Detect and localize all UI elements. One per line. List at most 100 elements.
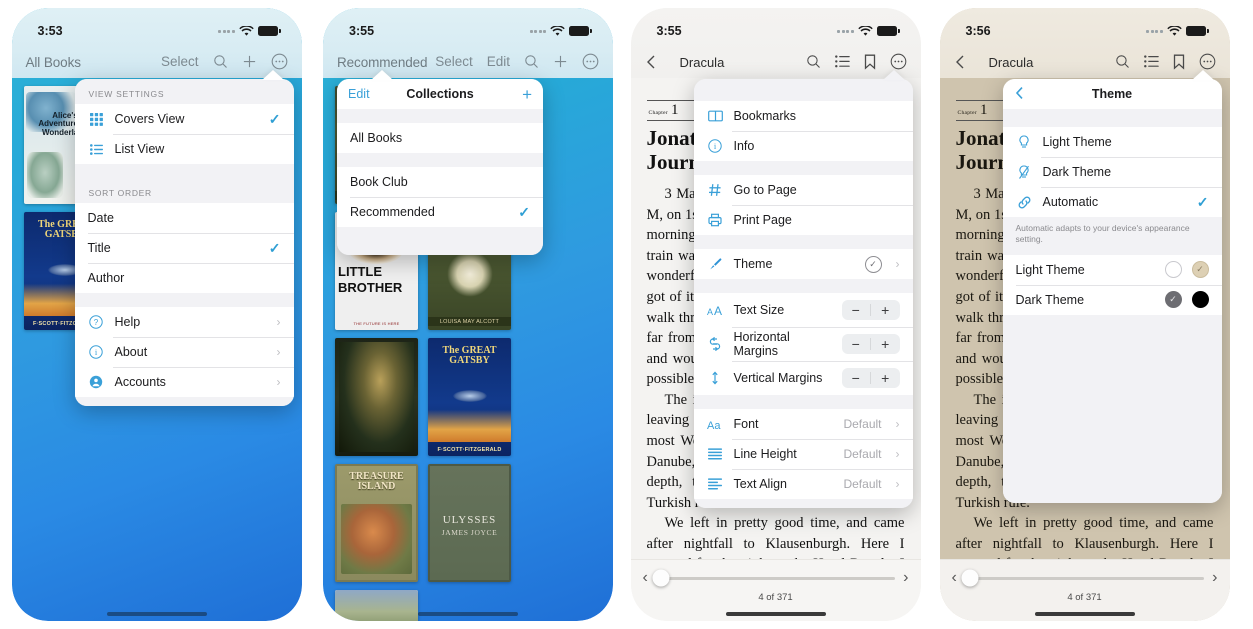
menu-item-bookmarks[interactable]: Bookmarks — [693, 101, 913, 131]
ellipsis-circle-icon[interactable] — [582, 53, 599, 70]
menu-item-sort-date[interactable]: Date — [74, 203, 294, 233]
bookmark-icon[interactable] — [1173, 54, 1185, 70]
menu-item-horizontal-margins[interactable]: Horizontal Margins − + — [693, 327, 913, 361]
bookmark-icon[interactable] — [864, 54, 876, 70]
vertical-margins-stepper[interactable]: − + — [841, 368, 900, 388]
plus-icon[interactable] — [242, 54, 257, 69]
ellipsis-circle-icon[interactable] — [1199, 53, 1216, 70]
stepper-plus[interactable]: + — [871, 301, 900, 319]
menu-item-covers-view[interactable]: Covers View ✓ — [74, 104, 294, 134]
swatch-tan-selected[interactable]: ✓ — [1191, 261, 1209, 279]
collections-edit-button[interactable]: Edit — [348, 87, 370, 101]
stepper-minus[interactable]: − — [842, 301, 871, 319]
gatsby-art-eyes — [452, 390, 487, 402]
status-bar-3: 3:55 — [631, 8, 921, 46]
theme-option-automatic[interactable]: Automatic ✓ — [1002, 187, 1222, 217]
chevron-right-icon: › — [276, 345, 281, 359]
menu-item-font[interactable]: Aa Font Default › — [693, 409, 913, 439]
signal-dots-icon — [1146, 29, 1163, 33]
home-indicator — [1034, 612, 1135, 616]
theme-variant-dark[interactable]: Dark Theme ✓ — [1002, 284, 1222, 315]
section-gap — [337, 109, 543, 123]
nav-collection-title[interactable]: All Books — [26, 55, 81, 70]
edit-button[interactable]: Edit — [487, 54, 510, 69]
page-slider-knob[interactable] — [961, 569, 979, 587]
search-icon[interactable] — [1115, 54, 1130, 69]
menu-item-print-page[interactable]: Print Page — [693, 205, 913, 235]
menu-item-vertical-margins[interactable]: Vertical Margins − + — [693, 361, 913, 395]
stepper-minus[interactable]: − — [842, 369, 871, 387]
book-cover-secret-garden-2[interactable] — [335, 338, 418, 456]
swatch-gray-selected[interactable]: ✓ — [1164, 291, 1182, 309]
menu-item-accounts[interactable]: Accounts › — [74, 367, 294, 397]
menu-item-sort-author[interactable]: Author — [74, 263, 294, 293]
menu-item-label: Info — [733, 139, 755, 153]
menu-item-sort-title[interactable]: Title ✓ — [74, 233, 294, 263]
menu-item-go-to-page[interactable]: Go to Page — [693, 175, 913, 205]
vertical-margins-icon — [707, 371, 724, 385]
group-typography: Aa Font Default › Line Height Default › … — [693, 409, 913, 499]
select-button[interactable]: Select — [161, 54, 199, 69]
ellipsis-circle-icon[interactable] — [271, 53, 288, 70]
search-icon[interactable] — [524, 54, 539, 69]
popover-arrow-2 — [371, 70, 393, 80]
page-slider[interactable] — [961, 569, 1205, 587]
next-page-button[interactable]: › — [1212, 570, 1217, 586]
page-slider[interactable] — [652, 569, 896, 587]
menu-item-label: Accounts — [114, 375, 166, 389]
menu-item-value: Default — [843, 417, 882, 431]
collection-item-book-club[interactable]: Book Club — [337, 167, 543, 197]
collection-item-recommended[interactable]: Recommended ✓ — [337, 197, 543, 227]
menu-item-label: Vertical Margins — [733, 371, 823, 385]
prev-page-button[interactable]: ‹ — [643, 570, 648, 586]
chevron-left-icon[interactable] — [954, 54, 967, 70]
search-icon[interactable] — [806, 54, 821, 69]
text-size-stepper[interactable]: − + — [841, 300, 900, 320]
book-cover-ulysses[interactable]: ULYSSES JAMES JOYCE — [428, 464, 511, 582]
book-cover-war-and-peace[interactable]: WAR AND PEACELev Nikolayevich Tolstoy — [335, 590, 418, 621]
theme-variant-label: Light Theme — [1015, 262, 1085, 277]
theme-option-dark[interactable]: Dark Theme — [1002, 157, 1222, 187]
collections-popover: Edit Collections + All Books Book Club R… — [337, 79, 543, 255]
select-button[interactable]: Select — [435, 54, 473, 69]
list-icon[interactable] — [1143, 55, 1159, 68]
plus-icon[interactable] — [553, 54, 568, 69]
group-all-books: All Books — [337, 123, 543, 153]
stepper-minus[interactable]: − — [842, 335, 871, 353]
chevron-left-icon[interactable] — [1014, 86, 1025, 103]
page-slider-knob[interactable] — [652, 569, 670, 587]
horizontal-margins-stepper[interactable]: − + — [841, 334, 900, 354]
info-icon: i — [88, 345, 105, 359]
collections-add-button[interactable]: + — [522, 86, 532, 103]
theme-option-light[interactable]: Light Theme — [1002, 127, 1222, 157]
theme-variant-light[interactable]: Light Theme ✓ — [1002, 254, 1222, 285]
menu-item-text-align[interactable]: Text Align Default › — [693, 469, 913, 499]
menu-item-line-height[interactable]: Line Height Default › — [693, 439, 913, 469]
prev-page-button[interactable]: ‹ — [952, 570, 957, 586]
ellipsis-circle-icon[interactable] — [890, 53, 907, 70]
wifi-icon — [550, 25, 565, 36]
swatch-white[interactable] — [1164, 261, 1182, 279]
book-cover-gatsby[interactable]: The GREAT GATSBY F·SCOTT·FITZGERALD — [428, 338, 511, 456]
next-page-button[interactable]: › — [903, 570, 908, 586]
stepper-plus[interactable]: + — [871, 369, 900, 387]
battery-icon — [876, 26, 900, 36]
nav-collection-title[interactable]: Recommended — [337, 55, 428, 70]
stepper-plus[interactable]: + — [871, 335, 900, 353]
menu-item-info[interactable]: i Info — [693, 131, 913, 161]
checkmark-icon: ✓ — [518, 203, 530, 220]
book-cover-treasure-island[interactable]: TREASURE ISLAND — [335, 464, 418, 582]
swatch-black[interactable] — [1191, 291, 1209, 309]
menu-item-about[interactable]: i About › — [74, 337, 294, 367]
menu-item-theme[interactable]: Theme ✓ › — [693, 249, 913, 279]
search-icon[interactable] — [213, 54, 228, 69]
chevron-left-icon[interactable] — [645, 54, 658, 70]
phone-2: LÍTTLE W. LOUISA MAY ALCOTT ● CORY DOCTO… — [323, 8, 613, 621]
section-gap — [693, 279, 913, 293]
list-icon[interactable] — [834, 55, 850, 68]
menu-item-list-view[interactable]: List View — [74, 134, 294, 164]
menu-item-help[interactable]: ? Help › — [74, 307, 294, 337]
collection-item-all-books[interactable]: All Books — [337, 123, 543, 153]
menu-item-text-size[interactable]: AA Text Size − + — [693, 293, 913, 327]
svg-text:i: i — [95, 347, 98, 357]
